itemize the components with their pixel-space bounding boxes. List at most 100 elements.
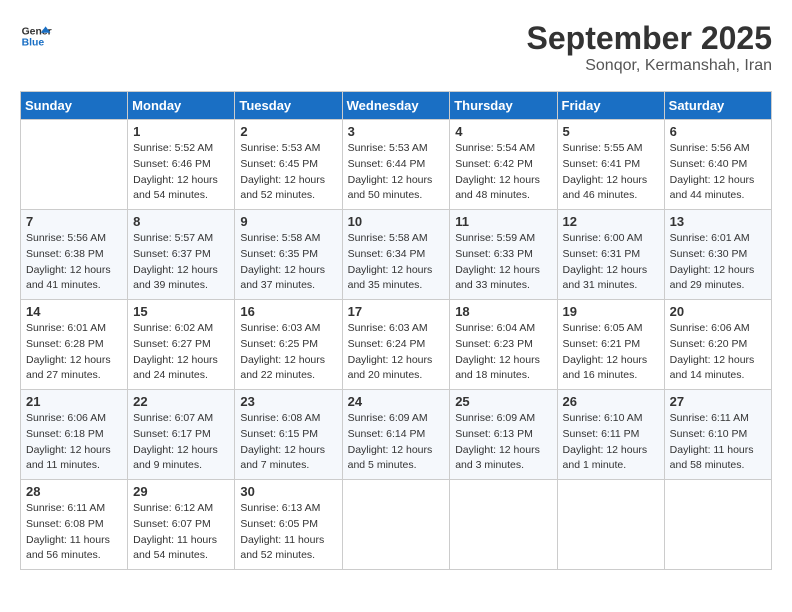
day-info: Sunrise: 6:13 AMSunset: 6:05 PMDaylight:…	[240, 501, 336, 564]
day-number: 8	[133, 214, 229, 229]
calendar-week-row: 1 Sunrise: 5:52 AMSunset: 6:46 PMDayligh…	[21, 120, 772, 210]
day-info: Sunrise: 6:10 AMSunset: 6:11 PMDaylight:…	[563, 411, 659, 474]
calendar-cell: 4 Sunrise: 5:54 AMSunset: 6:42 PMDayligh…	[450, 120, 557, 210]
day-number: 28	[26, 484, 122, 499]
calendar-cell: 17 Sunrise: 6:03 AMSunset: 6:24 PMDaylig…	[342, 300, 450, 390]
calendar-table: SundayMondayTuesdayWednesdayThursdayFrid…	[20, 91, 772, 570]
calendar-cell: 1 Sunrise: 5:52 AMSunset: 6:46 PMDayligh…	[128, 120, 235, 210]
calendar-cell: 7 Sunrise: 5:56 AMSunset: 6:38 PMDayligh…	[21, 210, 128, 300]
header-saturday: Saturday	[664, 92, 771, 120]
day-number: 22	[133, 394, 229, 409]
day-number: 27	[670, 394, 766, 409]
day-number: 3	[348, 124, 445, 139]
day-info: Sunrise: 6:00 AMSunset: 6:31 PMDaylight:…	[563, 231, 659, 294]
calendar-cell	[664, 480, 771, 570]
calendar-cell: 19 Sunrise: 6:05 AMSunset: 6:21 PMDaylig…	[557, 300, 664, 390]
header-sunday: Sunday	[21, 92, 128, 120]
calendar-cell: 15 Sunrise: 6:02 AMSunset: 6:27 PMDaylig…	[128, 300, 235, 390]
day-info: Sunrise: 6:09 AMSunset: 6:13 PMDaylight:…	[455, 411, 551, 474]
calendar-cell: 10 Sunrise: 5:58 AMSunset: 6:34 PMDaylig…	[342, 210, 450, 300]
calendar-cell: 5 Sunrise: 5:55 AMSunset: 6:41 PMDayligh…	[557, 120, 664, 210]
day-number: 19	[563, 304, 659, 319]
calendar-cell: 20 Sunrise: 6:06 AMSunset: 6:20 PMDaylig…	[664, 300, 771, 390]
calendar-cell: 12 Sunrise: 6:00 AMSunset: 6:31 PMDaylig…	[557, 210, 664, 300]
calendar-cell: 9 Sunrise: 5:58 AMSunset: 6:35 PMDayligh…	[235, 210, 342, 300]
day-number: 30	[240, 484, 336, 499]
day-number: 6	[670, 124, 766, 139]
page-header: General Blue September 2025 Sonqor, Kerm…	[20, 20, 772, 75]
calendar-cell: 27 Sunrise: 6:11 AMSunset: 6:10 PMDaylig…	[664, 390, 771, 480]
day-number: 23	[240, 394, 336, 409]
calendar-cell	[557, 480, 664, 570]
day-info: Sunrise: 5:55 AMSunset: 6:41 PMDaylight:…	[563, 141, 659, 204]
day-number: 14	[26, 304, 122, 319]
day-number: 21	[26, 394, 122, 409]
calendar-cell	[21, 120, 128, 210]
day-info: Sunrise: 6:02 AMSunset: 6:27 PMDaylight:…	[133, 321, 229, 384]
day-info: Sunrise: 6:08 AMSunset: 6:15 PMDaylight:…	[240, 411, 336, 474]
calendar-cell	[450, 480, 557, 570]
day-number: 4	[455, 124, 551, 139]
calendar-week-row: 7 Sunrise: 5:56 AMSunset: 6:38 PMDayligh…	[21, 210, 772, 300]
day-number: 18	[455, 304, 551, 319]
calendar-cell: 3 Sunrise: 5:53 AMSunset: 6:44 PMDayligh…	[342, 120, 450, 210]
day-number: 16	[240, 304, 336, 319]
day-info: Sunrise: 6:03 AMSunset: 6:24 PMDaylight:…	[348, 321, 445, 384]
header-tuesday: Tuesday	[235, 92, 342, 120]
calendar-cell: 8 Sunrise: 5:57 AMSunset: 6:37 PMDayligh…	[128, 210, 235, 300]
location-subtitle: Sonqor, Kermanshah, Iran	[527, 57, 772, 75]
calendar-cell: 6 Sunrise: 5:56 AMSunset: 6:40 PMDayligh…	[664, 120, 771, 210]
header-friday: Friday	[557, 92, 664, 120]
calendar-cell: 11 Sunrise: 5:59 AMSunset: 6:33 PMDaylig…	[450, 210, 557, 300]
day-number: 2	[240, 124, 336, 139]
calendar-cell: 14 Sunrise: 6:01 AMSunset: 6:28 PMDaylig…	[21, 300, 128, 390]
day-number: 20	[670, 304, 766, 319]
day-info: Sunrise: 5:53 AMSunset: 6:45 PMDaylight:…	[240, 141, 336, 204]
calendar-cell: 22 Sunrise: 6:07 AMSunset: 6:17 PMDaylig…	[128, 390, 235, 480]
calendar-cell: 30 Sunrise: 6:13 AMSunset: 6:05 PMDaylig…	[235, 480, 342, 570]
header-monday: Monday	[128, 92, 235, 120]
day-number: 5	[563, 124, 659, 139]
calendar-cell: 2 Sunrise: 5:53 AMSunset: 6:45 PMDayligh…	[235, 120, 342, 210]
calendar-cell: 23 Sunrise: 6:08 AMSunset: 6:15 PMDaylig…	[235, 390, 342, 480]
header-wednesday: Wednesday	[342, 92, 450, 120]
day-number: 29	[133, 484, 229, 499]
day-number: 1	[133, 124, 229, 139]
day-info: Sunrise: 5:58 AMSunset: 6:34 PMDaylight:…	[348, 231, 445, 294]
day-info: Sunrise: 5:57 AMSunset: 6:37 PMDaylight:…	[133, 231, 229, 294]
title-area: September 2025 Sonqor, Kermanshah, Iran	[527, 20, 772, 75]
svg-text:Blue: Blue	[22, 38, 45, 49]
calendar-cell: 21 Sunrise: 6:06 AMSunset: 6:18 PMDaylig…	[21, 390, 128, 480]
day-info: Sunrise: 5:54 AMSunset: 6:42 PMDaylight:…	[455, 141, 551, 204]
calendar-cell: 28 Sunrise: 6:11 AMSunset: 6:08 PMDaylig…	[21, 480, 128, 570]
calendar-week-row: 21 Sunrise: 6:06 AMSunset: 6:18 PMDaylig…	[21, 390, 772, 480]
day-info: Sunrise: 5:58 AMSunset: 6:35 PMDaylight:…	[240, 231, 336, 294]
day-number: 15	[133, 304, 229, 319]
day-number: 12	[563, 214, 659, 229]
day-number: 25	[455, 394, 551, 409]
day-info: Sunrise: 6:03 AMSunset: 6:25 PMDaylight:…	[240, 321, 336, 384]
month-year-title: September 2025	[527, 20, 772, 57]
day-info: Sunrise: 5:56 AMSunset: 6:40 PMDaylight:…	[670, 141, 766, 204]
day-number: 24	[348, 394, 445, 409]
day-info: Sunrise: 6:12 AMSunset: 6:07 PMDaylight:…	[133, 501, 229, 564]
calendar-header-row: SundayMondayTuesdayWednesdayThursdayFrid…	[21, 92, 772, 120]
day-number: 17	[348, 304, 445, 319]
logo-icon: General Blue	[20, 20, 52, 52]
calendar-week-row: 14 Sunrise: 6:01 AMSunset: 6:28 PMDaylig…	[21, 300, 772, 390]
day-number: 11	[455, 214, 551, 229]
calendar-cell: 29 Sunrise: 6:12 AMSunset: 6:07 PMDaylig…	[128, 480, 235, 570]
day-number: 26	[563, 394, 659, 409]
calendar-cell: 26 Sunrise: 6:10 AMSunset: 6:11 PMDaylig…	[557, 390, 664, 480]
calendar-cell: 24 Sunrise: 6:09 AMSunset: 6:14 PMDaylig…	[342, 390, 450, 480]
day-info: Sunrise: 6:11 AMSunset: 6:08 PMDaylight:…	[26, 501, 122, 564]
day-number: 7	[26, 214, 122, 229]
calendar-cell: 25 Sunrise: 6:09 AMSunset: 6:13 PMDaylig…	[450, 390, 557, 480]
day-info: Sunrise: 6:11 AMSunset: 6:10 PMDaylight:…	[670, 411, 766, 474]
day-info: Sunrise: 5:59 AMSunset: 6:33 PMDaylight:…	[455, 231, 551, 294]
day-number: 13	[670, 214, 766, 229]
logo: General Blue	[20, 20, 52, 52]
calendar-cell: 16 Sunrise: 6:03 AMSunset: 6:25 PMDaylig…	[235, 300, 342, 390]
day-info: Sunrise: 6:01 AMSunset: 6:30 PMDaylight:…	[670, 231, 766, 294]
day-info: Sunrise: 6:06 AMSunset: 6:20 PMDaylight:…	[670, 321, 766, 384]
